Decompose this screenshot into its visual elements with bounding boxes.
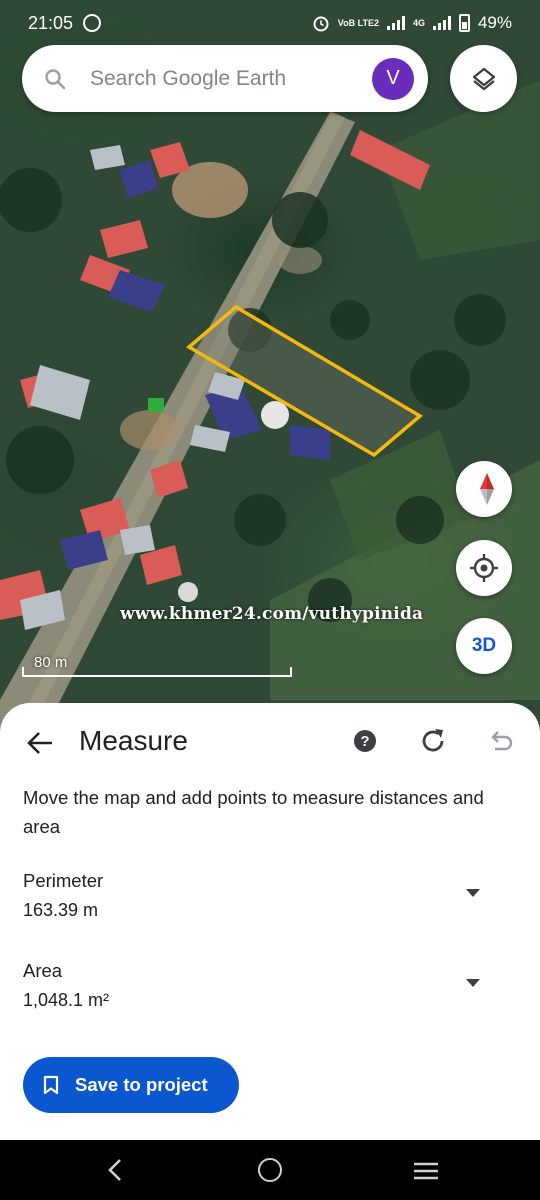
layers-icon [472,67,495,90]
area-dropdown-icon[interactable] [464,978,482,988]
save-to-project-button[interactable]: Save to project [23,1057,239,1113]
system-nav-bar [0,1140,540,1200]
help-button[interactable]: ? [354,730,376,752]
battery-percent: 49% [477,13,512,32]
avatar[interactable]: V [372,57,414,100]
back-button[interactable] [24,727,56,759]
arrow-left-icon [27,732,52,754]
network-type: 4G [412,17,425,28]
volte-icon: VoB LTE2 [337,17,379,28]
undo-button[interactable] [486,726,516,756]
nav-recents-icon[interactable] [413,1161,439,1181]
refresh-button[interactable] [418,726,448,756]
watermark: www.khmer24.com/vuthypinida [120,604,424,624]
signal-icon [386,16,405,30]
nav-home-icon[interactable] [258,1158,282,1182]
status-bar: 21:05 VoB LTE2 4G 49% [0,0,540,46]
battery-icon [458,14,470,32]
3d-toggle-button[interactable]: 3D [456,618,512,674]
sheet-header: Measure ? [0,723,540,763]
save-button-label: Save to project [75,1074,208,1095]
search-bar[interactable]: Search Google Earth V [22,45,428,112]
measure-sheet: Measure ? Move the map and add points to… [0,703,540,1140]
crosshair-icon [470,554,498,582]
nav-back-icon[interactable] [104,1158,126,1182]
area-value: 1,048.1 m² [23,990,110,1010]
whatsapp-icon [83,14,102,32]
compass-icon [480,473,494,505]
search-icon [45,68,66,89]
compass-button[interactable] [456,461,512,517]
layers-button[interactable] [450,45,517,112]
alarm-icon [313,16,329,32]
perimeter-label: Perimeter [23,870,104,891]
my-location-button[interactable] [456,540,512,596]
perimeter-value: 163.39 m [23,900,99,920]
search-input[interactable]: Search Google Earth [90,67,372,91]
scale-bar [22,667,292,677]
measure-description: Move the map and add points to measure d… [23,787,484,837]
sheet-title: Measure [79,725,188,756]
status-time: 21:05 [28,12,74,33]
area-label: Area [23,960,63,981]
signal-icon-2 [432,16,451,30]
bookmark-icon [43,1075,59,1095]
perimeter-dropdown-icon[interactable] [464,888,482,898]
